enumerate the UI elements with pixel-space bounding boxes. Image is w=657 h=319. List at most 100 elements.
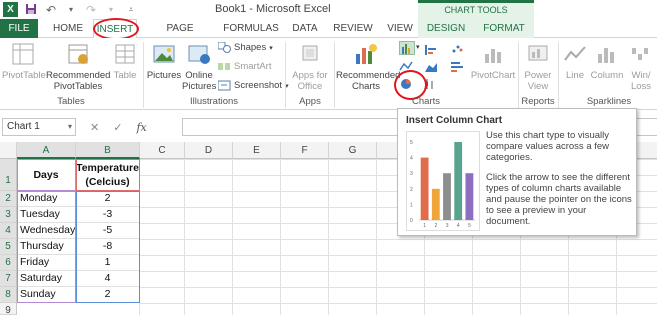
undo-dropdown-icon[interactable]: ▾ bbox=[64, 3, 78, 17]
tab-data[interactable]: DATA bbox=[287, 19, 323, 38]
row-header-4[interactable]: 4 bbox=[0, 223, 17, 239]
row-header-9[interactable]: 9 bbox=[0, 303, 17, 316]
insert-tab-annotation-circle bbox=[93, 18, 139, 40]
preview-bar bbox=[454, 142, 463, 220]
redo-dropdown-icon[interactable]: ▾ bbox=[104, 3, 118, 17]
tab-file[interactable]: FILE bbox=[0, 19, 38, 38]
column-header-f[interactable]: F bbox=[281, 142, 329, 159]
row-header-3[interactable]: 3 bbox=[0, 207, 17, 223]
cell-b3[interactable]: -3 bbox=[76, 207, 140, 223]
line-chart-button[interactable] bbox=[424, 43, 438, 58]
bar-chart-button[interactable] bbox=[450, 60, 464, 75]
reports-group-label: Reports bbox=[521, 96, 555, 107]
pivottable-label: PivotTable bbox=[2, 70, 46, 81]
cell-b5[interactable]: -8 bbox=[76, 239, 140, 255]
cancel-icon[interactable]: ✕ bbox=[90, 121, 99, 134]
area-chart-button[interactable] bbox=[424, 60, 438, 75]
sparkline-line-button[interactable]: Line bbox=[561, 40, 589, 81]
group-separator bbox=[143, 42, 144, 108]
row-9-cells[interactable] bbox=[17, 303, 140, 315]
cell-a1[interactable]: Days bbox=[17, 159, 76, 191]
name-box[interactable]: Chart 1 ▾ bbox=[2, 118, 76, 136]
customize-qat-icon[interactable]: ⩡ bbox=[124, 3, 138, 17]
cell-b6[interactable]: 1 bbox=[76, 255, 140, 271]
sparkline-win-loss-button[interactable]: Win/ Loss bbox=[626, 40, 656, 92]
pivottable-button[interactable]: PivotTable bbox=[2, 40, 46, 81]
pivotchart-button[interactable]: PivotChart bbox=[470, 40, 516, 81]
pictures-button[interactable]: Pictures bbox=[146, 40, 182, 81]
preview-x-tick: 1 bbox=[423, 223, 426, 229]
undo-icon[interactable]: ↶ bbox=[44, 3, 58, 17]
smartart-button[interactable]: SmartArt bbox=[218, 61, 271, 72]
sparklines-group-label: Sparklines bbox=[586, 96, 632, 107]
cell-b8[interactable]: 2 bbox=[76, 287, 140, 303]
shapes-button[interactable]: Shapes ▾ bbox=[217, 41, 273, 53]
cell-a6[interactable]: Friday bbox=[17, 255, 76, 271]
cell-a4[interactable]: Wednesday bbox=[17, 223, 76, 239]
save-icon[interactable] bbox=[24, 3, 38, 17]
apps-for-office-button[interactable]: Apps for Office bbox=[288, 40, 332, 92]
smartart-label: SmartArt bbox=[234, 61, 272, 72]
column-header-d[interactable]: D bbox=[185, 142, 233, 159]
sparkline-line-label: Line bbox=[566, 70, 584, 81]
recommended-pivottables-button[interactable]: Recommended PivotTables bbox=[46, 40, 110, 92]
pivotchart-label: PivotChart bbox=[470, 70, 516, 81]
select-all-corner[interactable] bbox=[0, 142, 17, 159]
cell-a7[interactable]: Saturday bbox=[17, 271, 76, 287]
cell-b1[interactable]: Temperature (Celcius) bbox=[76, 159, 140, 191]
sparkline-column-button[interactable]: Column bbox=[590, 40, 624, 81]
preview-x-tick: 4 bbox=[457, 223, 460, 229]
quick-access-toolbar: X ↶ ▾ ↷ ▾ ⩡ bbox=[0, 0, 138, 19]
column-chart-dropdown-icon[interactable]: ▾ bbox=[416, 43, 420, 51]
insert-column-chart-button[interactable] bbox=[399, 41, 415, 55]
apps-for-office-icon bbox=[296, 40, 324, 68]
column-header-e[interactable]: E bbox=[233, 142, 281, 159]
smartart-icon bbox=[218, 61, 231, 72]
area-chart-icon bbox=[425, 63, 437, 72]
online-pictures-button[interactable]: Online Pictures bbox=[182, 40, 216, 92]
pictures-label: Pictures bbox=[146, 70, 182, 81]
column-header-b[interactable]: B bbox=[76, 142, 140, 159]
tab-format[interactable]: FORMAT bbox=[474, 19, 534, 38]
table-button[interactable]: Table bbox=[110, 40, 140, 81]
cell-a5[interactable]: Thursday bbox=[17, 239, 76, 255]
column-header-a[interactable]: A bbox=[17, 142, 76, 159]
cell-b7[interactable]: 4 bbox=[76, 271, 140, 287]
recommended-pivottables-label-1: Recommended bbox=[46, 70, 111, 81]
recommended-charts-button[interactable]: Recommended Charts bbox=[336, 40, 401, 92]
row-header-2[interactable]: 2 bbox=[0, 191, 17, 207]
row-header-7[interactable]: 7 bbox=[0, 271, 17, 287]
cell-b2[interactable]: 2 bbox=[76, 191, 140, 207]
online-pictures-icon bbox=[185, 40, 213, 68]
preview-y-tick: 3 bbox=[410, 171, 413, 177]
row-header-6[interactable]: 6 bbox=[0, 255, 17, 271]
column-header-g[interactable]: G bbox=[329, 142, 377, 159]
redo-icon[interactable]: ↷ bbox=[84, 3, 98, 17]
recommended-charts-label-1: Recommended bbox=[336, 70, 401, 81]
column-header-c[interactable]: C bbox=[140, 142, 185, 159]
sparkline-column-label: Column bbox=[590, 70, 624, 81]
tab-design[interactable]: DESIGN bbox=[418, 19, 474, 38]
tab-page-layout[interactable]: PAGE LAYOUT bbox=[146, 19, 214, 53]
insert-function-icon[interactable]: fx bbox=[136, 121, 146, 134]
cell-b4[interactable]: -5 bbox=[76, 223, 140, 239]
cell-b1-line-2: (Celcius) bbox=[85, 176, 130, 188]
insert-column-chart-tooltip: Insert Column Chart 5 4 3 2 1 0 1 2 3 4 5 Use this… bbox=[397, 108, 637, 236]
row-header-8[interactable]: 8 bbox=[0, 287, 17, 303]
screenshot-button[interactable]: Screenshot ▾ bbox=[217, 80, 289, 91]
cell-a3[interactable]: Tuesday bbox=[17, 207, 76, 223]
cell-a2[interactable]: Monday bbox=[17, 191, 76, 207]
tab-view[interactable]: VIEW bbox=[382, 19, 418, 38]
row-header-1[interactable]: 1 bbox=[0, 159, 17, 191]
preview-x-tick: 2 bbox=[435, 223, 438, 229]
tab-home[interactable]: HOME bbox=[48, 19, 88, 38]
cell-a8[interactable]: Sunday bbox=[17, 287, 76, 303]
enter-icon[interactable]: ✓ bbox=[113, 121, 122, 134]
name-box-dropdown-icon[interactable]: ▾ bbox=[68, 119, 72, 135]
power-view-button[interactable]: Power View bbox=[520, 40, 556, 92]
tab-formulas[interactable]: FORMULAS bbox=[222, 19, 280, 38]
scatter-chart-button[interactable] bbox=[450, 43, 464, 58]
tab-review[interactable]: REVIEW bbox=[330, 19, 376, 38]
recommended-pivottables-label-2: PivotTables bbox=[53, 81, 103, 92]
row-header-5[interactable]: 5 bbox=[0, 239, 17, 255]
